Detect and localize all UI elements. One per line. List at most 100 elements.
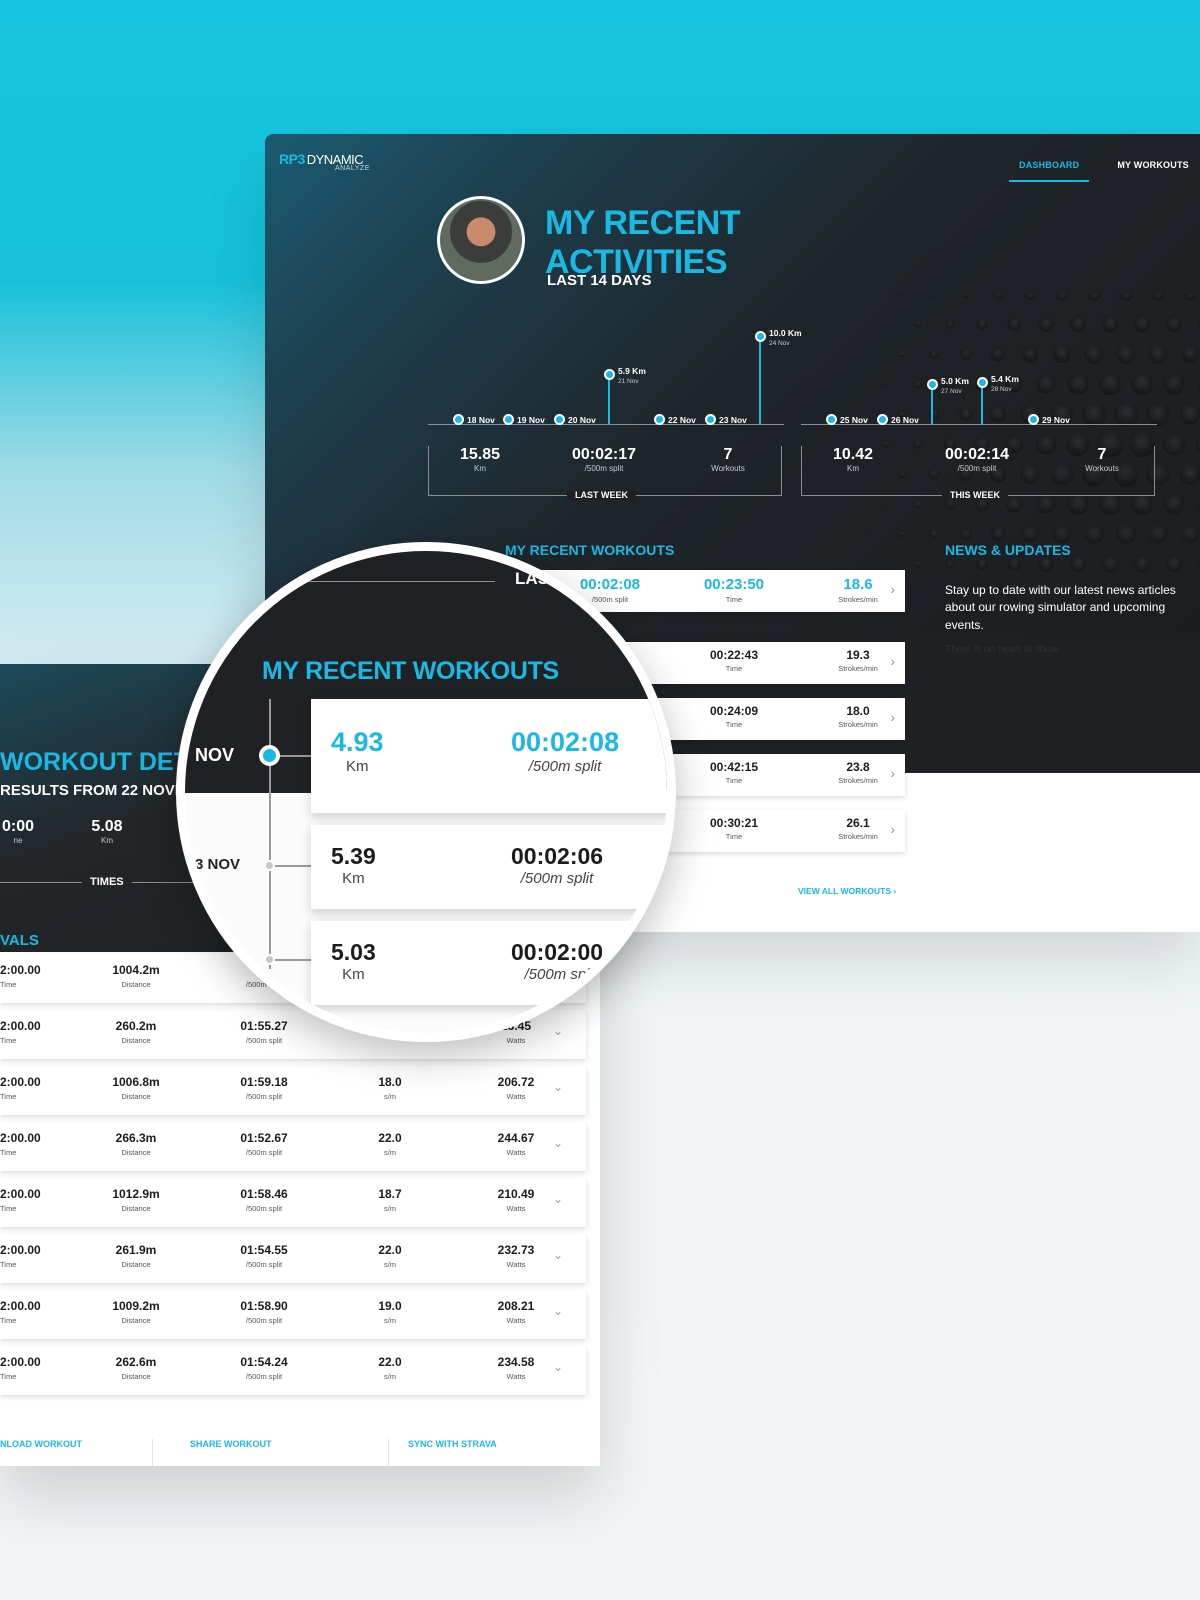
chevron-down-icon[interactable]: ⌄ <box>553 1360 563 1374</box>
split-unit: /500m split <box>245 1316 283 1325</box>
decor-dot <box>1133 555 1151 573</box>
avatar[interactable] <box>437 196 525 284</box>
timeline-dot[interactable] <box>826 414 837 425</box>
share-workout-button[interactable]: SHARE WORKOUT <box>190 1439 272 1449</box>
workout-time: 00:22:43 Time <box>694 648 774 673</box>
news-description: Stay up to date with our latest news art… <box>945 583 1176 632</box>
interval-split: 01:54.24/500m split <box>228 1355 300 1381</box>
time-value: 00:30:21 <box>709 816 759 830</box>
chevron-down-icon[interactable]: ⌄ <box>553 1192 563 1206</box>
time-unit: Time <box>0 1036 17 1045</box>
rp3-logo[interactable]: RP3 DYNAMIC ANALYZE <box>279 151 370 172</box>
view-all-workouts-link[interactable]: VIEW ALL WORKOUTS › <box>798 886 896 896</box>
workout-spm: 18.6 Strokes/min <box>818 576 898 604</box>
stat-value: 7 <box>1097 446 1107 463</box>
decor-dot <box>913 499 923 509</box>
timeline-dot[interactable] <box>503 414 514 425</box>
chevron-down-icon[interactable]: ⌄ <box>553 1248 563 1262</box>
lens-workout-card[interactable]: 5.39 Km 00:02:06/500m split <box>311 825 667 909</box>
decor-dot <box>1130 492 1154 516</box>
lens-active-dot[interactable] <box>259 745 280 766</box>
timeline-dot[interactable] <box>977 377 988 388</box>
decor-dot <box>990 346 1006 362</box>
interval-time: 2:00.00 Time <box>0 1243 41 1269</box>
lens-dot[interactable] <box>264 954 275 965</box>
timeline-dot[interactable] <box>1028 414 1039 425</box>
lens-workout-card[interactable]: 4.93 Km 00:02:08/500m split <box>311 699 667 813</box>
interval-split: 01:58.46/500m split <box>228 1187 300 1213</box>
interval-row[interactable]: 2:00.00 Time 266.3m Distance 01:52.67/500m s… <box>0 1122 586 1171</box>
download-workout-button[interactable]: NLOAD WORKOUT <box>0 1439 82 1449</box>
timeline-dot[interactable] <box>927 379 938 390</box>
decor-dot <box>1181 525 1199 543</box>
time-unit: Time <box>725 720 743 729</box>
interval-row[interactable]: 2:00.00 Time 1012.9m Distance 01:58.46/500m … <box>0 1178 586 1227</box>
interval-row[interactable]: 2:00.00 Time 261.9m Distance 01:54.55/500m s… <box>0 1234 586 1283</box>
distance-unit: Distance <box>121 1260 151 1269</box>
decor-dot <box>883 321 889 327</box>
timeline-dot[interactable] <box>604 369 615 380</box>
time-unit: Time <box>0 1372 17 1381</box>
watts-value: 210.49 <box>497 1187 535 1201</box>
timeline-dot[interactable] <box>554 414 565 425</box>
spm-value: 19.0 <box>378 1299 402 1313</box>
decor-dot <box>1069 555 1087 573</box>
timeline-dot[interactable] <box>453 414 464 425</box>
lens-dot[interactable] <box>264 860 275 871</box>
timeline-value: 5.0 Km <box>941 376 969 386</box>
last-week-stat: 7 Workouts <box>683 446 773 473</box>
interval-spm: 18.0 s/m <box>360 1075 420 1101</box>
interval-row[interactable]: 2:00.00 Time 1006.8m Distance 01:59.18/500m … <box>0 1066 586 1115</box>
interval-time: 2:00.00 Time <box>0 1355 41 1381</box>
timeline-dot[interactable] <box>877 414 888 425</box>
watts-unit: Watts <box>506 1092 526 1101</box>
decor-dot <box>1163 493 1185 515</box>
interval-row[interactable]: 2:00.00 Time 1009.2m Distance 01:58.90/500m … <box>0 1290 586 1339</box>
decor-dot <box>1052 344 1072 364</box>
lens-connector <box>271 865 311 867</box>
time-unit: Time <box>725 664 743 673</box>
chevron-down-icon[interactable]: ⌄ <box>553 1136 563 1150</box>
chevron-down-icon[interactable]: ⌄ <box>553 1304 563 1318</box>
time-value: 2:00.00 <box>0 1355 41 1369</box>
workout-time: 00:42:15 Time <box>694 760 774 785</box>
chevron-right-icon: › <box>893 886 897 896</box>
nav-my-workouts[interactable]: MY WORKOUTS <box>1117 160 1189 182</box>
watts-value: 206.72 <box>497 1075 535 1089</box>
chevron-right-icon: › <box>890 821 895 837</box>
workout-time: 00:24:09 Time <box>694 704 774 729</box>
decor-dot <box>1101 555 1119 573</box>
distance-value: 261.9m <box>115 1243 157 1257</box>
lens-workout-card[interactable]: 5.03 Km 00:02:00/500m spl <box>311 921 667 1005</box>
time-unit: Time <box>725 595 743 604</box>
decor-dot <box>870 352 872 356</box>
decor-dot <box>1116 524 1136 544</box>
watts-unit: Watts <box>506 1148 526 1157</box>
decor-dot <box>959 407 973 421</box>
timeline-dot[interactable] <box>755 331 766 342</box>
detail-title: WORKOUT DET <box>0 748 189 776</box>
sync-strava-button[interactable]: SYNC WITH STRAVA <box>408 1439 497 1449</box>
timeline-dot[interactable] <box>705 414 716 425</box>
distance-value: 266.3m <box>115 1131 157 1145</box>
decor-dot <box>1165 315 1183 333</box>
timeline-stem <box>931 384 933 424</box>
interval-distance: 1006.8m Distance <box>100 1075 172 1101</box>
timeline-value: 5.9 Km <box>618 366 646 376</box>
spm-unit: s/m <box>383 1148 397 1157</box>
decor-dot <box>1067 493 1089 515</box>
decor-dot <box>976 558 988 570</box>
timeline-dot[interactable] <box>654 414 665 425</box>
split-value: 01:52.67 <box>240 1131 288 1145</box>
chevron-down-icon[interactable]: ⌄ <box>553 1080 563 1094</box>
workout-spm: 18.0 Strokes/min <box>818 704 898 729</box>
spm-unit: Strokes/min <box>838 776 878 785</box>
interval-row[interactable]: 2:00.00 Time 262.6m Distance 01:54.24/500m s… <box>0 1346 586 1395</box>
watts-unit: Watts <box>506 1260 526 1269</box>
chevron-down-icon[interactable]: ⌄ <box>553 1024 563 1038</box>
nav-dashboard[interactable]: DASHBOARD <box>1009 160 1090 182</box>
interval-time: 2:00.00 Time <box>0 1187 41 1213</box>
interval-watts: 232.73 Watts <box>484 1243 548 1269</box>
timeline-stem <box>981 382 983 424</box>
decor-dot <box>1118 294 1134 302</box>
